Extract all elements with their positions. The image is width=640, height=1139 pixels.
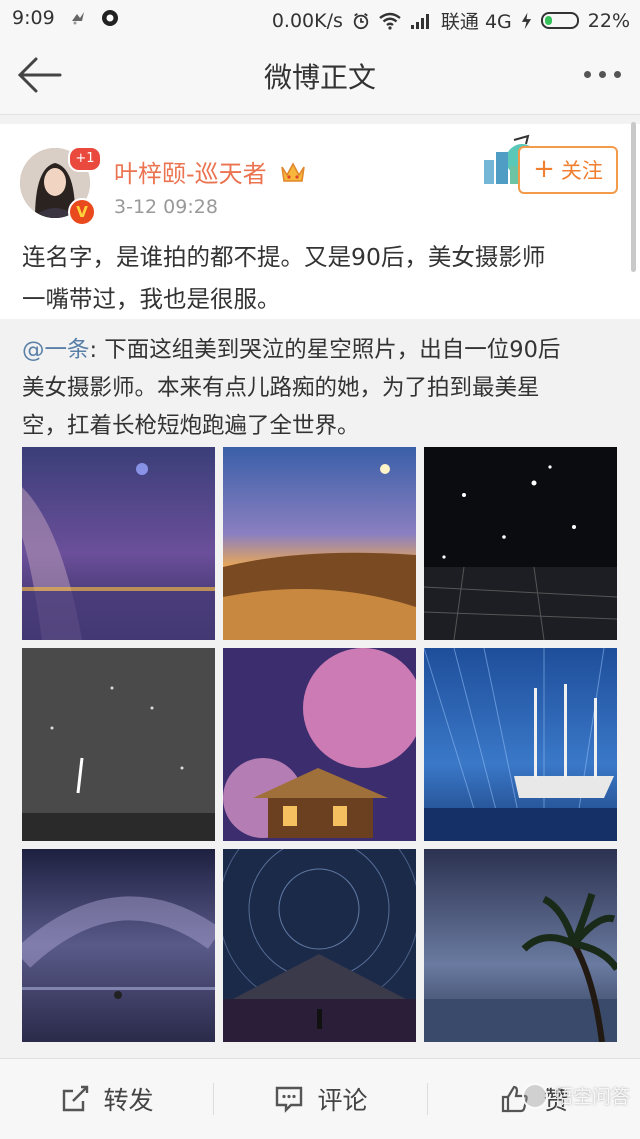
wukong-watermark: 悟空问答: [521, 1082, 630, 1109]
verified-v-icon: V: [68, 198, 96, 226]
comment-button[interactable]: 评论: [214, 1059, 427, 1139]
notification-badge: +1: [68, 146, 102, 172]
comment-label: 评论: [317, 1086, 368, 1115]
mention-link[interactable]: @一条: [22, 337, 90, 363]
follow-button[interactable]: + 关注: [518, 146, 618, 194]
alarm-clock-icon: [353, 12, 369, 29]
signal-bars-icon: [410, 13, 429, 29]
photo-star-trails-pirate-ship[interactable]: [424, 648, 617, 841]
post-timestamp: 3-12 09:28: [114, 196, 218, 218]
post-body-line: 一嘴带过，我也是很服。: [22, 285, 281, 313]
weibo-post: +1 V 叶梓颐-巡天者 3-12 09:28 + 关注 连名字，是谁拍的都不提…: [0, 124, 640, 319]
repost-text-line: 空，扛着长枪短炮跑遍了全世界。: [22, 413, 360, 439]
photo-milky-way-desert-dunes[interactable]: [223, 447, 416, 640]
scrollbar[interactable]: [631, 122, 636, 272]
photo-palm-tree-night-beach[interactable]: [424, 849, 617, 1042]
repost-text: @一条: 下面这组美到哭泣的星空照片，出自一位90后 美女摄影师。本来有点儿路痴…: [22, 331, 620, 445]
photo-milky-way-salt-flat[interactable]: [22, 447, 215, 640]
battery-percent: 22%: [587, 9, 630, 32]
vip-crown-icon: [281, 162, 306, 182]
plus-icon: +: [533, 153, 555, 184]
share-icon: [63, 1085, 89, 1112]
wukong-logo-icon: [521, 1082, 548, 1109]
charging-bolt-icon: [521, 12, 531, 29]
photo-star-trails-pyramid[interactable]: [223, 849, 416, 1042]
post-body-line: 连名字，是谁拍的都不提。又是90后，美女摄影师: [22, 243, 546, 271]
notification-bird-icon: [71, 12, 84, 25]
photo-starry-sky-salt-flat[interactable]: [424, 447, 617, 640]
notification-app-icon: [101, 10, 118, 26]
status-bar: 9:09 0.00K/s 联通 4G 22%: [0, 0, 640, 36]
more-dots-icon[interactable]: [578, 62, 626, 86]
network-speed: 0.00K/s: [271, 9, 343, 32]
repost-text-line: : 下面这组美到哭泣的星空照片，出自一位90后: [89, 337, 561, 363]
photo-milky-way-reflection[interactable]: [22, 849, 215, 1042]
comment-icon: [276, 1086, 303, 1113]
repost-text-line: 美女摄影师。本来有点儿路痴的她，为了拍到最美星: [22, 375, 540, 401]
battery-level: [544, 16, 552, 25]
status-time: 9:09: [12, 7, 55, 29]
page-title: 微博正文: [263, 61, 376, 94]
repost-button[interactable]: 转发: [0, 1059, 213, 1139]
battery-icon: [540, 12, 579, 29]
carrier-label: 联通 4G: [440, 11, 512, 33]
photo-meteor-over-ocean[interactable]: [22, 648, 215, 841]
watermark-text: 悟空问答: [553, 1086, 630, 1108]
avatar[interactable]: +1 V: [20, 146, 102, 226]
reposted-content[interactable]: @一条: 下面这组美到哭泣的星空照片，出自一位90后 美女摄影师。本来有点儿路痴…: [0, 319, 640, 1056]
username-label: 叶梓颐-巡天者: [114, 160, 267, 188]
repost-label: 转发: [103, 1086, 154, 1115]
header-bar: 微博正文: [0, 36, 640, 115]
photo-cherry-blossom-pavilion[interactable]: [223, 648, 416, 841]
username[interactable]: 叶梓颐-巡天者: [114, 154, 306, 189]
wifi-icon: [379, 12, 401, 30]
follow-label: 关注: [560, 159, 603, 183]
post-body: 连名字，是谁拍的都不提。又是90后，美女摄影师 一嘴带过，我也是很服。: [22, 236, 622, 320]
